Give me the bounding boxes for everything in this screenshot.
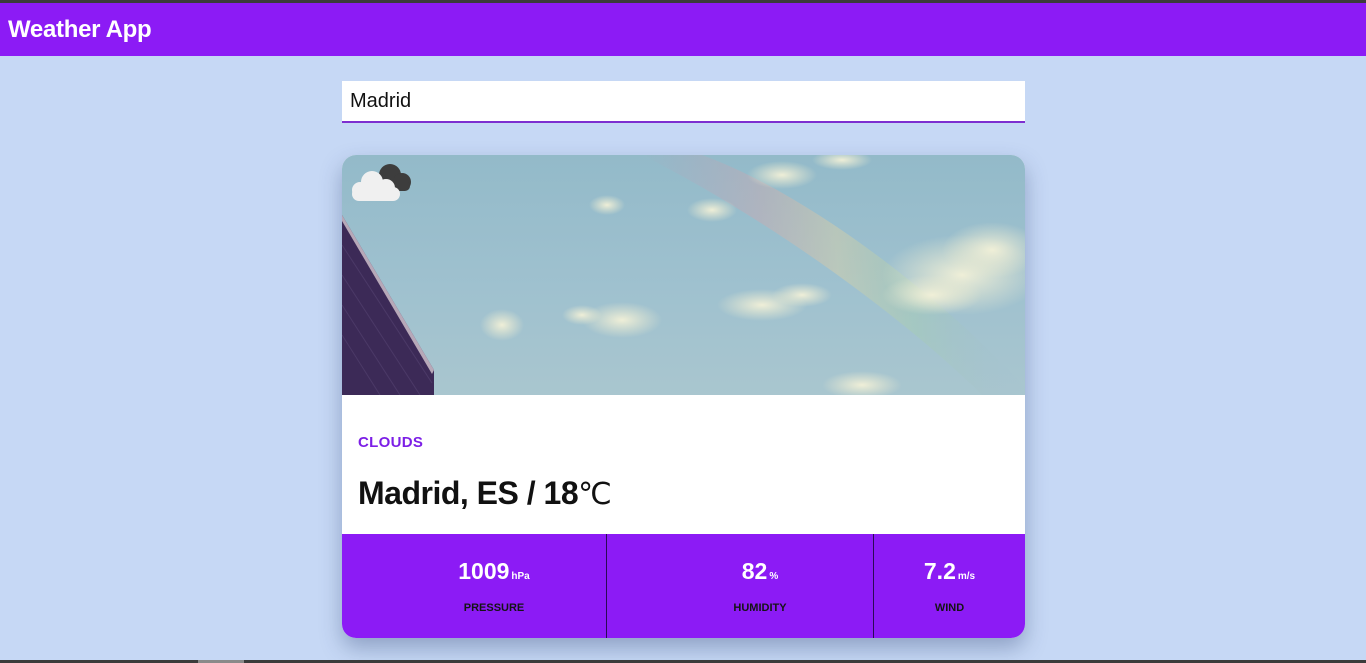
humidity-label: HUMIDITY	[733, 602, 787, 614]
humidity-stat: 82% HUMIDITY	[607, 534, 874, 638]
weather-description: CLOUDS	[358, 434, 424, 451]
humidity-value: 82	[741, 558, 768, 584]
search-field-wrapper	[342, 81, 1025, 123]
pressure-unit: hPa	[511, 571, 530, 582]
weather-photo	[342, 155, 1025, 395]
pressure-stat: 1009 hPa PRESSURE	[342, 534, 607, 638]
location-temperature: Madrid, ES / 18℃	[358, 475, 612, 512]
app-title: Weather App	[8, 15, 152, 43]
location-label: Madrid, ES / 18	[358, 475, 579, 511]
wind-value: 7.2	[923, 558, 956, 584]
wind-stat: 7.2 m/s WIND	[874, 534, 1025, 638]
temperature-unit: ℃	[578, 478, 612, 511]
humidity-unit: %	[769, 571, 779, 582]
cloudy-icon	[352, 164, 411, 201]
weather-card: CLOUDS Madrid, ES / 18℃ 1009 hPa PRESSURE…	[342, 155, 1025, 638]
pressure-label: PRESSURE	[463, 602, 525, 614]
app-header: Weather App	[0, 3, 1366, 56]
weather-stats: 1009 hPa PRESSURE 82% HUMIDITY 7.2 m/s WIN…	[342, 534, 1025, 638]
wind-unit: m/s	[957, 571, 976, 582]
search-input[interactable]	[342, 81, 1025, 121]
sky-image	[342, 155, 1025, 395]
pressure-value: 1009	[458, 558, 510, 584]
wind-label: WIND	[934, 602, 965, 614]
